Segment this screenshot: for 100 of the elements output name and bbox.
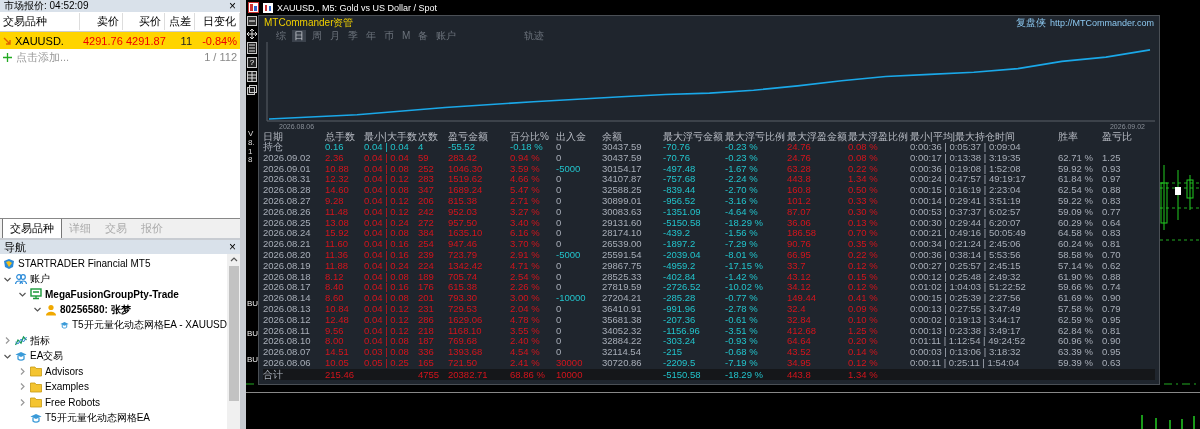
close-button[interactable]: × bbox=[229, 0, 236, 12]
table-cell-text: 242 bbox=[418, 206, 435, 218]
scrollbar-thumb[interactable] bbox=[228, 266, 239, 401]
table-cell-text: -439.2 bbox=[663, 228, 691, 240]
table-cell-text: 0.64 bbox=[1102, 217, 1122, 229]
table-cell-text: 0 bbox=[556, 336, 563, 348]
table-cell-text: -215 bbox=[663, 347, 683, 358]
restore-icon[interactable] bbox=[247, 85, 257, 95]
table-cell-text: 2026.09.02 bbox=[263, 152, 312, 164]
table-cell-text: 283 bbox=[418, 174, 435, 186]
table-cell-text: 201 bbox=[418, 293, 435, 304]
tree-item[interactable]: 80256580: 张梦 bbox=[60, 302, 131, 317]
table-cell-text: 30899.01 bbox=[602, 196, 643, 207]
tree-item[interactable]: EA交易 bbox=[30, 349, 64, 364]
table-cell-text: -55.52 bbox=[448, 142, 476, 153]
tree-item[interactable]: Advisors bbox=[45, 365, 84, 377]
table-cell-text: -2039.04 bbox=[663, 249, 702, 261]
table-cell-text: 0.63 bbox=[1102, 357, 1122, 369]
tree-item[interactable]: Free Robots bbox=[45, 396, 101, 408]
help-button[interactable]: ? bbox=[247, 57, 257, 68]
tab[interactable]: 交易品种 bbox=[2, 219, 62, 239]
table-cell-text: 0.15 % bbox=[848, 271, 879, 283]
table-cell-text: 0 bbox=[556, 174, 563, 186]
table-cell-text: 2.26 % bbox=[510, 282, 541, 294]
tree-item[interactable]: T5开元量化动态网格EA bbox=[45, 410, 150, 425]
table-cell-text: 1342.42 bbox=[448, 260, 484, 272]
table-cell-text: 34052.32 bbox=[602, 325, 643, 337]
table-cell-text: -7.29 % bbox=[725, 239, 759, 250]
column-header: 最小|大手数 bbox=[364, 131, 418, 142]
move-icon[interactable] bbox=[247, 29, 257, 39]
table-cell-text: 0 bbox=[556, 217, 563, 229]
table-cell-text: 1519.62 bbox=[448, 174, 484, 186]
period-tab[interactable]: 日 bbox=[292, 30, 306, 42]
table-cell-text: 24.76 bbox=[787, 152, 812, 164]
table-cell-text: 0:01:11 | 1:12:54 | 49:24:52 bbox=[910, 336, 1027, 348]
table-cell-text: 443.8 bbox=[787, 368, 812, 380]
tree-item[interactable]: 账户 bbox=[30, 272, 50, 287]
folder-icon bbox=[30, 365, 42, 378]
table-cell-text: 443.8 bbox=[787, 174, 812, 186]
table-cell-text: 187 bbox=[418, 336, 435, 348]
table-cell-text: 87.07 bbox=[787, 206, 812, 218]
table-cell-text: 58.58 % bbox=[1058, 249, 1094, 261]
quote-row[interactable]: XAUUSD. 4291.76 4291.87 11 -0.84% bbox=[0, 32, 240, 49]
table-cell-text: -0.93 % bbox=[725, 336, 759, 348]
tree-item[interactable]: MegaFusionGroupPty-Trade bbox=[45, 288, 179, 300]
table-cell-text: 0.97 bbox=[1102, 174, 1122, 186]
chevron-down-icon[interactable] bbox=[33, 305, 42, 315]
table-cell-text: -1351.09 bbox=[663, 206, 702, 218]
table-cell-text: 61.69 % bbox=[1058, 293, 1094, 304]
minimize-icon[interactable] bbox=[247, 16, 257, 26]
table-cell-text: 2.40 % bbox=[510, 336, 541, 348]
line-chart-icon bbox=[15, 334, 27, 347]
table-cell-text: 60.29 % bbox=[1058, 217, 1094, 229]
table-cell-text: 9.56 bbox=[325, 325, 345, 337]
table-cell-text: 0.83 bbox=[1102, 196, 1122, 207]
table-cell-text: 57.14 % bbox=[1058, 260, 1094, 272]
website-link[interactable]: http://MTCommander.com bbox=[1049, 18, 1154, 28]
table-cell-text: 1689.24 bbox=[448, 185, 484, 196]
table-cell-text: 13.08 bbox=[325, 217, 350, 229]
list-icon[interactable] bbox=[247, 42, 257, 54]
chart-window-icon[interactable] bbox=[248, 2, 259, 13]
table-cell-text: 0.04 | 0.16 bbox=[364, 249, 410, 261]
column-header: 次数 bbox=[418, 131, 439, 142]
table-cell-text: 231 bbox=[418, 303, 435, 315]
table-cell-text: 28525.33 bbox=[602, 271, 643, 283]
table-cell-text: -2.70 % bbox=[725, 185, 759, 196]
table-cell-text: 2026.08.18 bbox=[263, 271, 312, 283]
table-cell-text: 34107.87 bbox=[602, 174, 643, 186]
table-cell-text: 4 bbox=[418, 142, 424, 153]
tree-item[interactable]: T5开元量化动态网格EA - XAUUSD bbox=[71, 318, 227, 333]
tree-item[interactable]: Examples bbox=[45, 381, 89, 393]
table-cell-text: 0.10 % bbox=[848, 314, 879, 326]
table-cell-text: -207.36 bbox=[663, 314, 697, 326]
tree-item[interactable]: STARTRADER Financial MT5 bbox=[18, 258, 151, 270]
column-header: 出入金 bbox=[556, 131, 587, 142]
table-cell-text: 61.84 % bbox=[1058, 174, 1094, 186]
scrollbar[interactable] bbox=[227, 254, 240, 429]
table-cell-text: 0:00:12 | 0:25:48 | 2:49:32 bbox=[910, 271, 1022, 283]
table-cell-text: 0 bbox=[556, 152, 563, 164]
table-cell-text: -0.77 % bbox=[725, 293, 759, 304]
table-icon[interactable] bbox=[247, 71, 257, 82]
spread-value: 11 bbox=[179, 34, 193, 47]
table-cell-text: 1.25 bbox=[1102, 152, 1122, 164]
table-cell-text: -2209.5 bbox=[663, 357, 697, 369]
table-cell-text: 0.04 | 0.12 bbox=[364, 303, 410, 315]
table-cell-text: 11.48 bbox=[325, 206, 350, 218]
close-button[interactable]: × bbox=[229, 240, 236, 254]
table-cell-text: 0 bbox=[556, 271, 563, 283]
table-cell-text: -18.29 % bbox=[725, 368, 765, 380]
tree-item[interactable]: 指标 bbox=[30, 333, 50, 348]
table-cell-text: 59.92 % bbox=[1058, 163, 1094, 175]
table-cell-text: 793.30 bbox=[448, 293, 479, 304]
table-cell-text: 2026.08.26 bbox=[263, 206, 312, 218]
table-cell-text: 3.40 % bbox=[510, 217, 541, 229]
chevron-up-icon[interactable] bbox=[229, 256, 238, 262]
table-cell-text: 36.06 bbox=[787, 217, 812, 229]
column-header: 盈亏金额 bbox=[448, 131, 489, 142]
table-cell-text: 272 bbox=[418, 217, 435, 229]
table-cell-text: 2026.08.27 bbox=[263, 196, 312, 207]
plus-icon[interactable] bbox=[3, 52, 12, 62]
